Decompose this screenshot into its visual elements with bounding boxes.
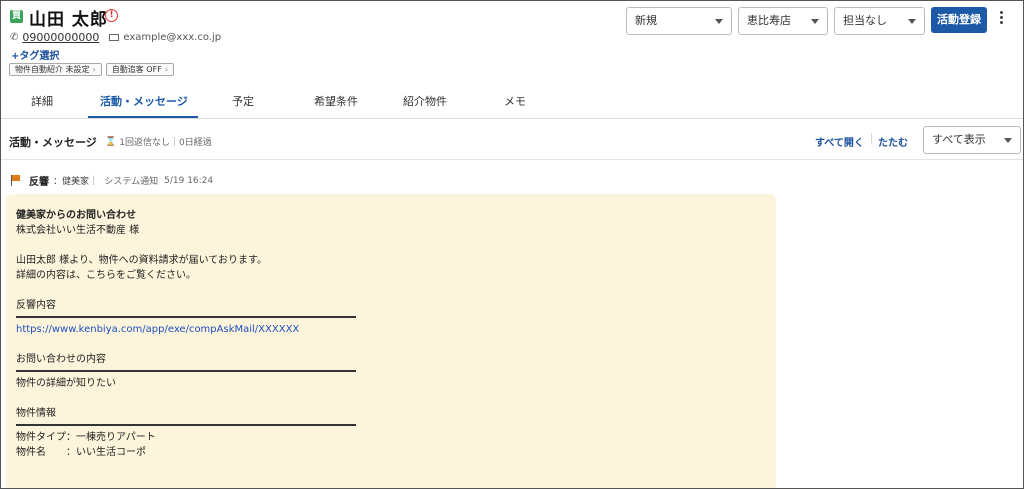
auto-followup-chip[interactable]: 自動追客 OFF ›: [105, 63, 174, 76]
message-heading: 物件情報: [16, 408, 56, 419]
chevron-right-icon: ›: [92, 65, 96, 74]
caret-down-icon: [908, 19, 916, 24]
message-line: 物件タイプ：一棟売りアパート: [16, 432, 156, 443]
message-line: 物件の詳細が知りたい: [16, 378, 116, 389]
active-tab-indicator: [88, 116, 198, 118]
tab-activity[interactable]: 活動・メッセージ: [100, 93, 188, 109]
entry-meta: システム通知: [104, 177, 159, 187]
message-title: 健美家からのお問い合わせ: [16, 210, 136, 221]
phone-link[interactable]: 09000000000: [22, 31, 99, 44]
phone-icon: ✆: [10, 32, 19, 43]
section-bar: 活動・メッセージ ⌛ 1回返信なし | 0日経過 すべて開く | たたむ すべて…: [1, 120, 1023, 160]
message-recipient: 株式会社いい生活不動産 様: [16, 225, 140, 236]
alert-icon[interactable]: !: [105, 9, 118, 22]
hourglass-icon: ⌛: [105, 136, 117, 147]
register-activity-button[interactable]: 活動登録: [931, 7, 987, 33]
flag-icon: [10, 175, 21, 186]
divider-rule: [16, 370, 356, 372]
collapse-link[interactable]: たたむ: [878, 134, 908, 149]
caret-down-icon: [811, 19, 819, 24]
status-value: 新規: [635, 14, 657, 27]
tab-details[interactable]: 詳細: [31, 93, 53, 109]
store-value: 恵比寿店: [747, 14, 791, 27]
divider-rule: [16, 316, 356, 318]
chevron-right-icon: ›: [164, 65, 168, 74]
tab-schedule[interactable]: 予定: [232, 93, 254, 109]
elapsed-days: 0日経過: [179, 138, 212, 148]
message-heading: お問い合わせの内容: [16, 354, 106, 365]
tab-memo[interactable]: メモ: [504, 93, 526, 109]
tab-bar: 詳細 活動・メッセージ 予定 希望条件 紹介物件 メモ: [1, 85, 1023, 119]
section-meta: ⌛ 1回返信なし | 0日経過: [105, 135, 212, 149]
caret-down-icon: [1004, 138, 1012, 143]
email-text: example@xxx.co.jp: [123, 32, 222, 43]
section-title: 活動・メッセージ: [9, 136, 97, 149]
expand-all-link[interactable]: すべて開く: [815, 134, 864, 149]
activity-entry-header[interactable]: 反響 ：健美家 | システム通知 5/19 16:24: [10, 173, 213, 188]
store-select[interactable]: 恵比寿店: [738, 7, 828, 35]
entry-source: ：健美家: [53, 177, 90, 187]
message-line: 詳細の内容は、こちらをご覧ください。: [16, 270, 196, 281]
more-menu-icon[interactable]: [997, 9, 1005, 29]
tab-properties[interactable]: 紹介物件: [403, 93, 447, 109]
message-line: 山田太郎 様より、物件への資料請求が届いております。: [16, 255, 267, 266]
filter-select[interactable]: すべて表示: [923, 126, 1021, 154]
entry-type: 反響: [29, 177, 49, 188]
app-frame: 買 山田 太郎 ! ✆ 09000000000 example@xxx.co.j…: [0, 0, 1024, 489]
link-divider: |: [870, 133, 874, 144]
chip-label: 自動追客 OFF: [111, 65, 162, 74]
buy-badge: 買: [10, 10, 23, 23]
chip-label: 物件自動紹介 未設定: [15, 65, 90, 74]
assignee-select[interactable]: 担当なし: [834, 7, 925, 35]
meta-divider: |: [172, 136, 176, 147]
chip-row: 物件自動紹介 未設定 › 自動追客 OFF ›: [9, 63, 174, 76]
auto-intro-chip[interactable]: 物件自動紹介 未設定 ›: [9, 63, 102, 76]
contact-row: ✆ 09000000000 example@xxx.co.jp: [10, 31, 221, 44]
message-body: 健美家からのお問い合わせ 株式会社いい生活不動産 様 山田太郎 様より、物件への…: [6, 194, 776, 488]
status-select[interactable]: 新規: [626, 7, 732, 35]
tab-conditions[interactable]: 希望条件: [314, 93, 358, 109]
divider-rule: [16, 424, 356, 426]
mail-icon: [109, 34, 120, 41]
message-heading: 反響内容: [16, 300, 56, 311]
caret-down-icon: [715, 19, 723, 24]
entry-divider: |: [92, 175, 96, 186]
tag-select-link[interactable]: +タグ選択: [11, 47, 59, 62]
no-reply-count: 1回返信なし: [119, 138, 170, 148]
entry-time: 5/19 16:24: [164, 175, 214, 186]
filter-value: すべて表示: [932, 133, 986, 146]
customer-name: 山田 太郎: [29, 10, 108, 30]
message-line: 物件名 ：いい生活コーポ: [16, 447, 146, 458]
inquiry-url-link[interactable]: https://www.kenbiya.com/app/exe/compAskM…: [16, 322, 766, 337]
assignee-value: 担当なし: [843, 14, 887, 27]
customer-header: 買 山田 太郎 ! ✆ 09000000000 example@xxx.co.j…: [1, 1, 1023, 81]
